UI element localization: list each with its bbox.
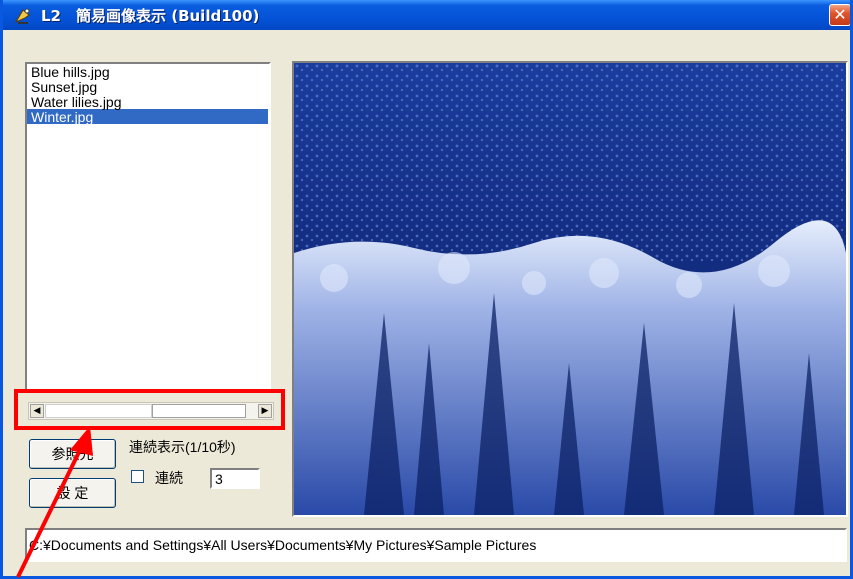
settings-button[interactable]: 設 定 [29, 478, 116, 508]
folder-path-field[interactable]: C:¥Documents and Settings¥All Users¥Docu… [25, 528, 847, 562]
continuous-checkbox-label: 連続 [155, 470, 183, 486]
file-listbox[interactable]: Blue hills.jpg Sunset.jpg Water lilies.jpg… [25, 62, 271, 392]
app-window: L2 簡易画像表示 (Build100) ✕ Blue hills.jpg Sun… [0, 0, 853, 579]
title-bar[interactable]: L2 簡易画像表示 (Build100) ✕ [3, 0, 850, 30]
continuous-checkbox[interactable] [131, 470, 144, 483]
list-item[interactable]: Winter.jpg [27, 109, 268, 125]
interval-input[interactable]: 3 [210, 468, 260, 489]
scrollbar-highlight-box [14, 389, 285, 430]
continuous-display-label: 連続表示(1/10秒) [129, 439, 236, 455]
close-button[interactable]: ✕ [829, 4, 850, 26]
window-title: L2 簡易画像表示 (Build100) [41, 7, 260, 25]
list-item[interactable]: Water lilies.jpg [27, 94, 268, 110]
list-item[interactable]: Blue hills.jpg [27, 64, 268, 80]
image-preview [292, 61, 848, 517]
list-item[interactable]: Sunset.jpg [27, 79, 268, 95]
browse-button[interactable]: 参照先 [29, 439, 116, 469]
app-icon [14, 8, 30, 24]
winter-forest-image [294, 63, 846, 515]
